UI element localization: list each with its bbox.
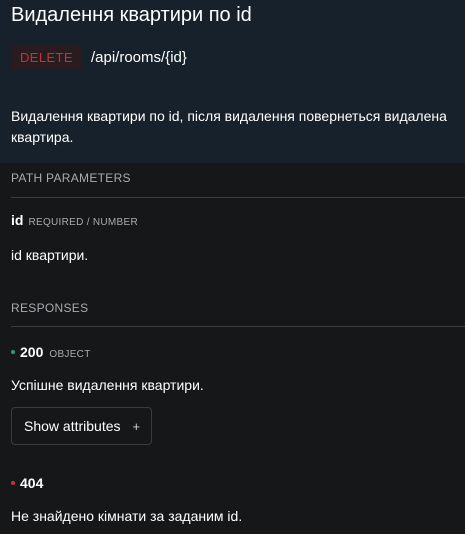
divider	[11, 326, 465, 327]
response-404: 404	[11, 475, 49, 491]
divider	[11, 197, 465, 198]
response-description: Не знайдено кімнати за заданим id.	[11, 508, 243, 524]
param-row-id: id REQUIRED / NUMBER	[11, 212, 138, 228]
response-code: 404	[20, 475, 44, 491]
response-code: 200	[20, 344, 44, 360]
plus-icon: +	[132, 418, 141, 434]
show-attributes-label: Show attributes	[24, 418, 121, 434]
path-parameters-heading: PATH PARAMETERS	[11, 171, 131, 185]
response-type: OBJECT	[49, 349, 91, 360]
page-title: Видалення квартири по id	[11, 4, 252, 26]
endpoint-header: Видалення квартири по id DELETE /api/roo…	[0, 0, 465, 163]
response-200: 200 OBJECT	[11, 344, 91, 360]
http-method-badge: DELETE	[11, 45, 82, 70]
responses-heading: RESPONSES	[11, 301, 89, 315]
response-description: Успішне видалення квартири.	[11, 377, 204, 393]
param-meta: REQUIRED / NUMBER	[28, 217, 139, 228]
show-attributes-button[interactable]: Show attributes +	[11, 407, 152, 445]
param-name: id	[11, 212, 24, 228]
status-dot-error-icon	[11, 481, 15, 485]
param-description: id квартири.	[11, 247, 89, 263]
status-dot-success-icon	[11, 350, 15, 354]
endpoint-path: /api/rooms/{id}	[90, 49, 187, 66]
endpoint-line: DELETE /api/rooms/{id}	[11, 45, 187, 70]
endpoint-description: Видалення квартири по id, після видаленн…	[11, 108, 447, 145]
